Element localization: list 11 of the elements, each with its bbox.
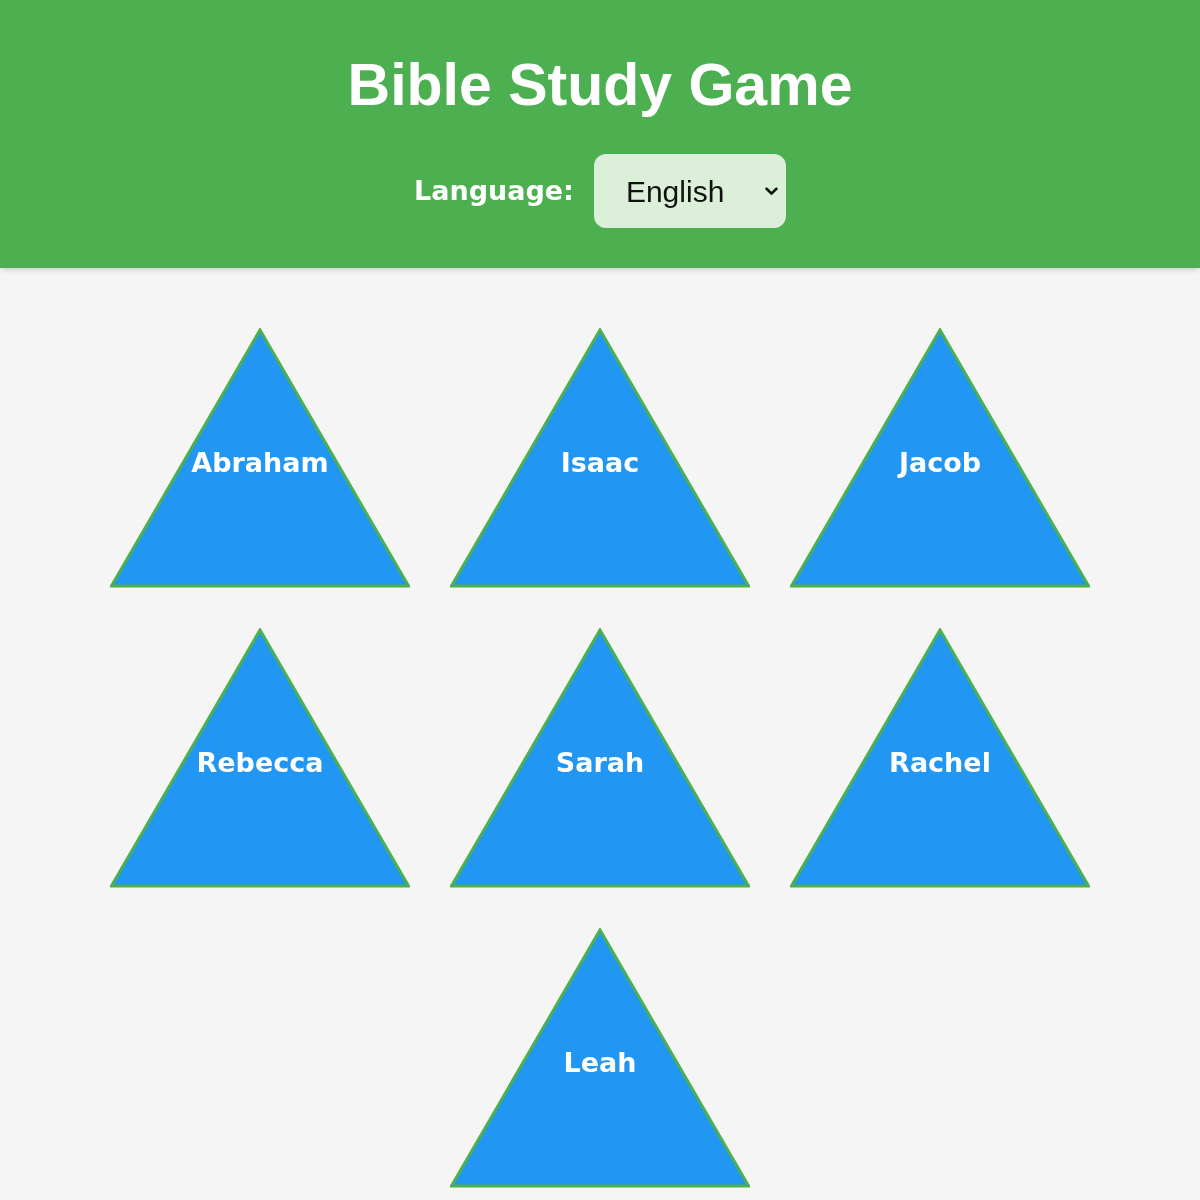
triangle-card[interactable]: Jacob <box>790 328 1090 588</box>
triangle-card[interactable]: Isaac <box>450 328 750 588</box>
triangle-card[interactable]: Rachel <box>790 628 1090 888</box>
language-select[interactable]: English <box>593 154 786 228</box>
triangle-card[interactable]: Rebecca <box>110 628 410 888</box>
triangle-card[interactable]: Leah <box>450 928 750 1188</box>
triangle-card[interactable]: Abraham <box>110 328 410 588</box>
page-title: Bible Study Game <box>347 51 853 120</box>
language-label: Language: <box>414 173 574 208</box>
triangle-card[interactable]: Sarah <box>450 628 750 888</box>
chevron-down-icon <box>764 186 778 196</box>
